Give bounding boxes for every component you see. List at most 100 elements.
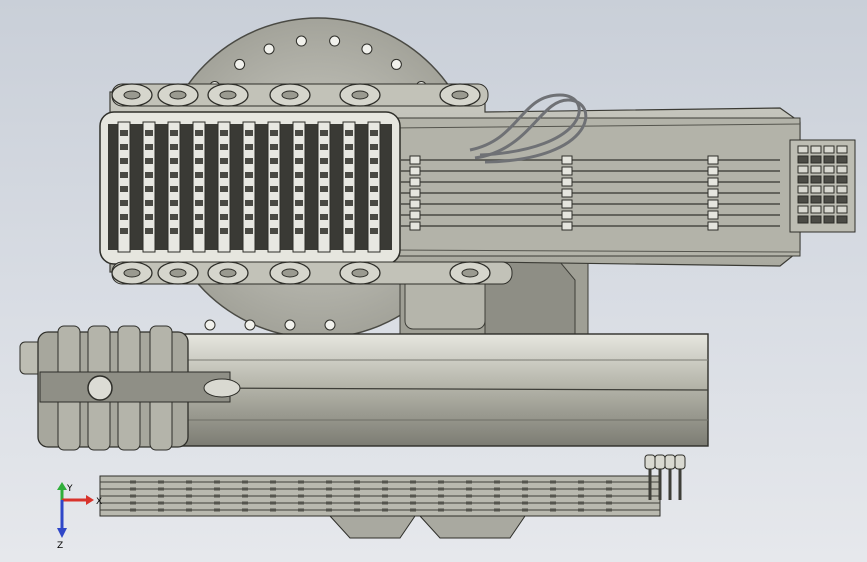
cable-tick bbox=[214, 508, 220, 512]
cable-tick bbox=[242, 494, 248, 498]
rod-clip bbox=[707, 155, 719, 165]
slat-slot bbox=[320, 200, 328, 206]
slat-slot bbox=[120, 130, 128, 136]
slat-slot bbox=[245, 228, 253, 234]
slat-slot bbox=[320, 158, 328, 164]
slat-slot bbox=[220, 186, 228, 192]
cable-tick bbox=[326, 501, 332, 505]
cable-tick bbox=[130, 508, 136, 512]
effector-cell bbox=[836, 215, 848, 224]
cable-tick bbox=[298, 480, 304, 484]
slat-slot bbox=[345, 158, 353, 164]
slat-slot bbox=[145, 228, 153, 234]
cable-tick bbox=[494, 501, 500, 505]
cable-tick bbox=[354, 508, 360, 512]
effector-cell bbox=[797, 145, 809, 154]
effector-cell bbox=[823, 155, 835, 164]
slat-slot bbox=[220, 228, 228, 234]
effector-cell bbox=[836, 195, 848, 204]
slat-slot bbox=[120, 228, 128, 234]
effector-cell bbox=[810, 185, 822, 194]
cable-tick bbox=[382, 508, 388, 512]
slat-slot bbox=[345, 186, 353, 192]
pulley-hub bbox=[123, 268, 141, 278]
pulley-hub bbox=[281, 268, 299, 278]
cable-tick bbox=[270, 480, 276, 484]
slat-slot bbox=[220, 172, 228, 178]
cable-tick bbox=[214, 494, 220, 498]
slat-slot bbox=[195, 172, 203, 178]
robot-assembly-model[interactable] bbox=[0, 0, 867, 562]
slat-slot bbox=[195, 214, 203, 220]
main-cylinder-body bbox=[179, 333, 709, 447]
cable-tick bbox=[382, 494, 388, 498]
cable-tick bbox=[382, 487, 388, 491]
slat-slot bbox=[270, 172, 278, 178]
cable-tick bbox=[186, 501, 192, 505]
effector-cell bbox=[823, 185, 835, 194]
cable-tick bbox=[466, 501, 472, 505]
cable-tick bbox=[354, 501, 360, 505]
bolt bbox=[234, 58, 246, 70]
slat-slot bbox=[145, 158, 153, 164]
rod-clip bbox=[409, 177, 421, 187]
slat-slot bbox=[220, 130, 228, 136]
slat-slot bbox=[170, 214, 178, 220]
slat-slot bbox=[370, 214, 378, 220]
pulley-row-top bbox=[111, 83, 489, 107]
end-effector-block bbox=[789, 139, 856, 233]
cable-tick bbox=[550, 501, 556, 505]
slat-slot bbox=[295, 228, 303, 234]
pulley-hub bbox=[451, 90, 469, 100]
slat-slot bbox=[345, 172, 353, 178]
cable-tick bbox=[606, 487, 612, 491]
slat-slot bbox=[245, 214, 253, 220]
slat-slot bbox=[270, 186, 278, 192]
cable-tick bbox=[606, 501, 612, 505]
slat-slot bbox=[170, 158, 178, 164]
y-axis-arrow bbox=[57, 482, 67, 500]
cable-tick bbox=[326, 487, 332, 491]
slat-slot bbox=[245, 130, 253, 136]
slat-slot bbox=[295, 200, 303, 206]
cable-tick bbox=[550, 508, 556, 512]
effector-cell bbox=[810, 155, 822, 164]
effector-cell bbox=[823, 215, 835, 224]
effector-cell bbox=[797, 165, 809, 174]
slat-slot bbox=[145, 186, 153, 192]
effector-cell bbox=[836, 165, 848, 174]
slat-slot bbox=[295, 158, 303, 164]
cad-viewport[interactable]: Y X Z bbox=[0, 0, 867, 562]
slat-slot bbox=[145, 130, 153, 136]
rod-clip bbox=[707, 199, 719, 209]
slat-slot bbox=[195, 144, 203, 150]
cable-tick bbox=[242, 501, 248, 505]
cable-tick bbox=[550, 487, 556, 491]
slat-slot bbox=[170, 200, 178, 206]
slat-slot bbox=[245, 200, 253, 206]
slat-slot bbox=[120, 158, 128, 164]
pulley-hub bbox=[281, 90, 299, 100]
effector-cell bbox=[836, 205, 848, 214]
slat-slot bbox=[295, 172, 303, 178]
rod-clip bbox=[707, 221, 719, 231]
bolt bbox=[204, 319, 216, 331]
cable-tick bbox=[466, 487, 472, 491]
cable-tick bbox=[494, 494, 500, 498]
slat-slot bbox=[270, 158, 278, 164]
cable-tick bbox=[158, 508, 164, 512]
pulley-hub bbox=[461, 268, 479, 278]
slat-slot bbox=[220, 214, 228, 220]
effector-cell bbox=[797, 205, 809, 214]
effector-cell bbox=[797, 175, 809, 184]
cable-tick bbox=[130, 494, 136, 498]
effector-cell bbox=[823, 205, 835, 214]
slat-slot bbox=[345, 200, 353, 206]
cable-tick bbox=[130, 480, 136, 484]
cable-tick bbox=[438, 501, 444, 505]
effector-cell bbox=[797, 215, 809, 224]
rod-clip bbox=[707, 177, 719, 187]
slat-slot bbox=[195, 130, 203, 136]
cable-tick bbox=[578, 508, 584, 512]
slat-slot bbox=[120, 214, 128, 220]
